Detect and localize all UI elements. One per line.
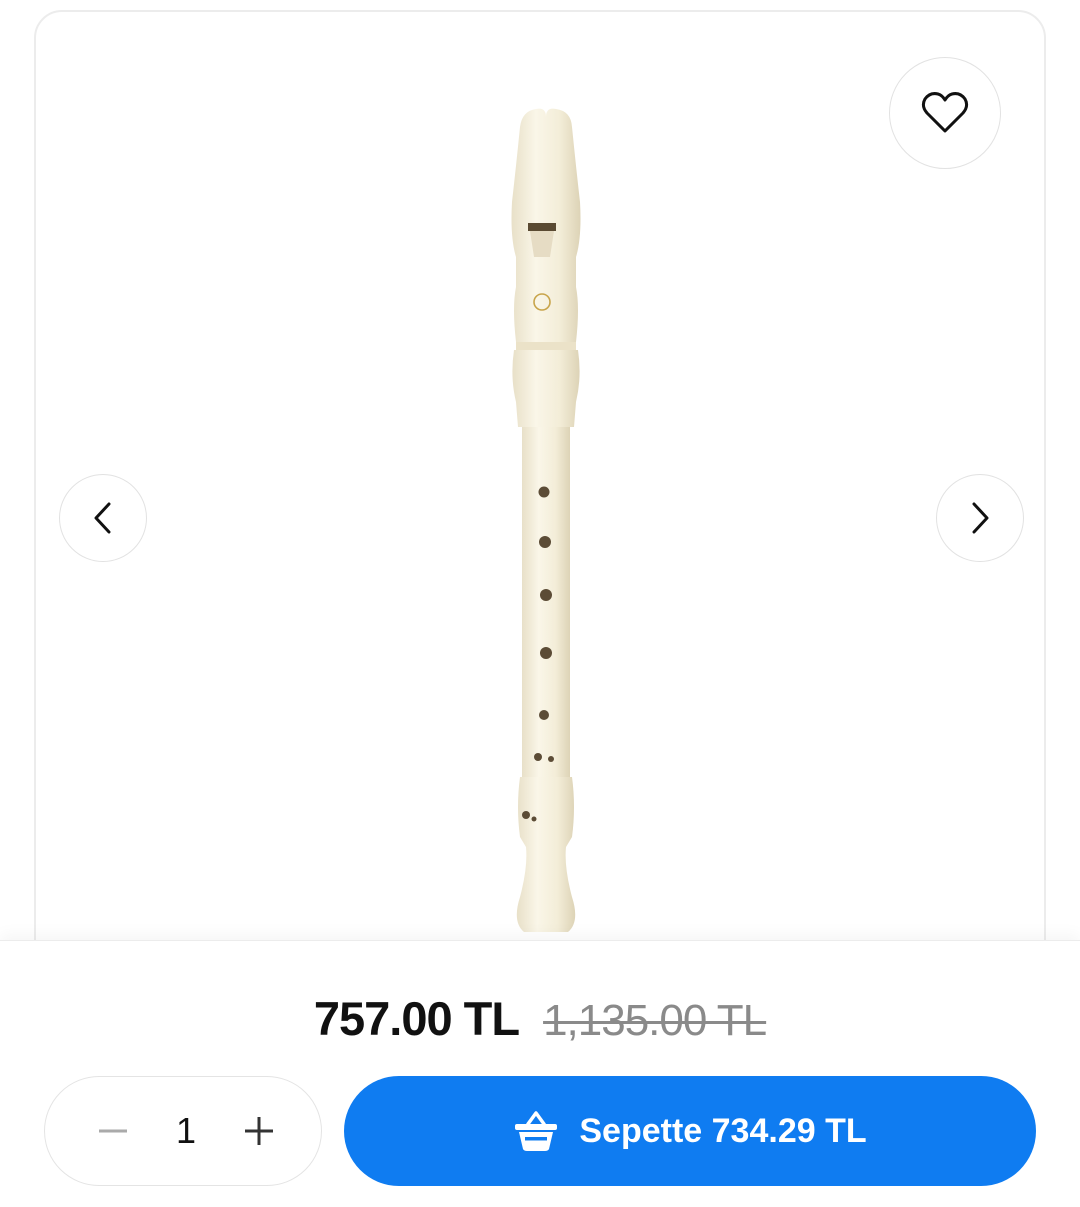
decrement-button[interactable]: [95, 1113, 131, 1149]
add-to-cart-button[interactable]: Sepette 734.29 TL: [344, 1076, 1036, 1186]
product-page: 757.00 TL 1,135.00 TL 1 Sepette 734.29 T…: [0, 0, 1080, 1207]
quantity-value[interactable]: 1: [176, 1110, 196, 1152]
basket-icon: [515, 1111, 558, 1151]
add-to-cart-label: Sepette 734.29 TL: [579, 1111, 867, 1150]
price-row: 757.00 TL 1,135.00 TL: [0, 991, 1080, 1051]
chevron-left-icon: [94, 502, 111, 534]
product-image[interactable]: [476, 107, 596, 937]
increment-button[interactable]: [241, 1113, 277, 1149]
purchase-bar: 757.00 TL 1,135.00 TL 1 Sepette 734.29 T…: [0, 940, 1080, 1207]
minus-icon: [99, 1129, 127, 1133]
next-image-button[interactable]: [936, 474, 1024, 562]
old-price: 1,135.00 TL: [543, 996, 767, 1045]
plus-icon: [245, 1117, 273, 1145]
product-image-card: [34, 10, 1046, 970]
previous-image-button[interactable]: [59, 474, 147, 562]
chevron-right-icon: [972, 502, 989, 534]
current-price: 757.00 TL: [313, 992, 520, 1045]
heart-icon: [921, 92, 969, 133]
quantity-stepper: 1: [44, 1076, 322, 1186]
favorite-button[interactable]: [889, 57, 1001, 169]
